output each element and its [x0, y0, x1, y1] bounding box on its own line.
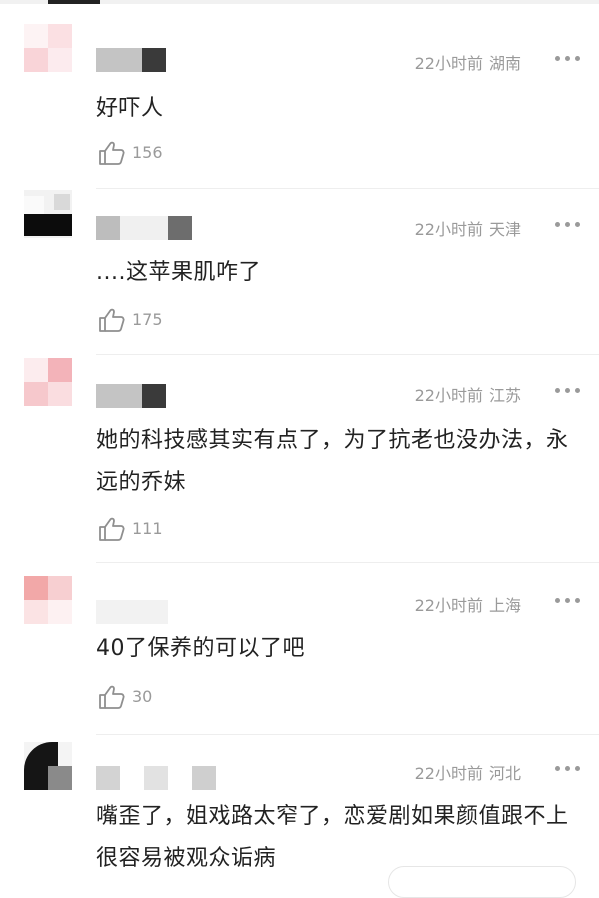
like-button[interactable]: 175: [98, 307, 178, 333]
top-edge-dark-block: [48, 0, 100, 4]
more-options-icon[interactable]: [555, 598, 581, 606]
avatar[interactable]: [24, 190, 72, 238]
comment-item: 22小时前 天津 ....这苹果肌咋了 175: [0, 190, 599, 355]
comment-meta: 22小时前 河北: [415, 760, 521, 784]
thumbs-up-icon: [99, 308, 125, 332]
comment-time: 22小时前: [414, 54, 483, 73]
avatar[interactable]: [24, 24, 72, 72]
comment-region: 河北: [488, 764, 521, 783]
username-blurred[interactable]: [96, 384, 216, 408]
avatar[interactable]: [24, 742, 72, 790]
like-count: 111: [132, 519, 163, 538]
divider: [96, 188, 599, 189]
like-button[interactable]: 30: [98, 684, 178, 710]
username-blurred[interactable]: [96, 48, 216, 72]
avatar[interactable]: [24, 576, 72, 624]
like-button[interactable]: 111: [98, 516, 178, 542]
like-button[interactable]: 156: [98, 140, 178, 166]
comment-time: 22小时前: [414, 220, 483, 239]
thumbs-up-icon: [99, 517, 125, 541]
like-count: 30: [132, 687, 153, 706]
avatar[interactable]: [24, 358, 72, 406]
comment-item: 22小时前 湖南 好吓人 156: [0, 24, 599, 189]
comment-meta: 22小时前 上海: [415, 592, 521, 616]
like-count: 156: [132, 143, 163, 162]
comment-region: 江苏: [488, 386, 521, 405]
username-blurred[interactable]: [96, 600, 216, 624]
like-count: 175: [132, 310, 163, 329]
username-blurred[interactable]: [96, 766, 236, 790]
comment-text: ....这苹果肌咋了: [96, 260, 261, 285]
comment-text: 好吓人: [96, 96, 164, 121]
comment-region: 湖南: [488, 54, 521, 73]
thumbs-up-icon: [99, 685, 125, 709]
comment-meta: 22小时前 江苏: [415, 382, 521, 406]
username-blurred[interactable]: [96, 216, 216, 240]
divider: [96, 354, 599, 355]
comment-item: 22小时前 河北 嘴歪了，姐戏路太窄了，恋爱剧如果颜值跟不上很容易被观众诟病: [0, 742, 599, 881]
top-edge-strip: [0, 0, 599, 4]
comment-time: 22小时前: [414, 596, 483, 615]
comment-time: 22小时前: [414, 386, 483, 405]
comment-text: 40了保养的可以了吧: [96, 636, 305, 661]
comment-meta: 22小时前 天津: [415, 216, 521, 240]
more-options-icon[interactable]: [555, 56, 581, 64]
comment-region: 天津: [488, 220, 521, 239]
comment-time: 22小时前: [414, 764, 483, 783]
more-options-icon[interactable]: [555, 766, 581, 774]
comment-item: 22小时前 江苏 她的科技感其实有点了，为了抗老也没办法，永远的乔妹 111: [0, 358, 599, 563]
comment-text: 她的科技感其实有点了，为了抗老也没办法，永远的乔妹: [96, 428, 569, 495]
more-options-icon[interactable]: [555, 222, 581, 230]
reply-button-partial[interactable]: [388, 866, 576, 898]
comment-region: 上海: [488, 596, 521, 615]
comment-meta: 22小时前 湖南: [415, 50, 521, 74]
more-options-icon[interactable]: [555, 388, 581, 396]
comment-item: 22小时前 上海 40了保养的可以了吧 30: [0, 576, 599, 736]
divider: [96, 734, 599, 735]
divider: [96, 562, 599, 563]
thumbs-up-icon: [99, 141, 125, 165]
